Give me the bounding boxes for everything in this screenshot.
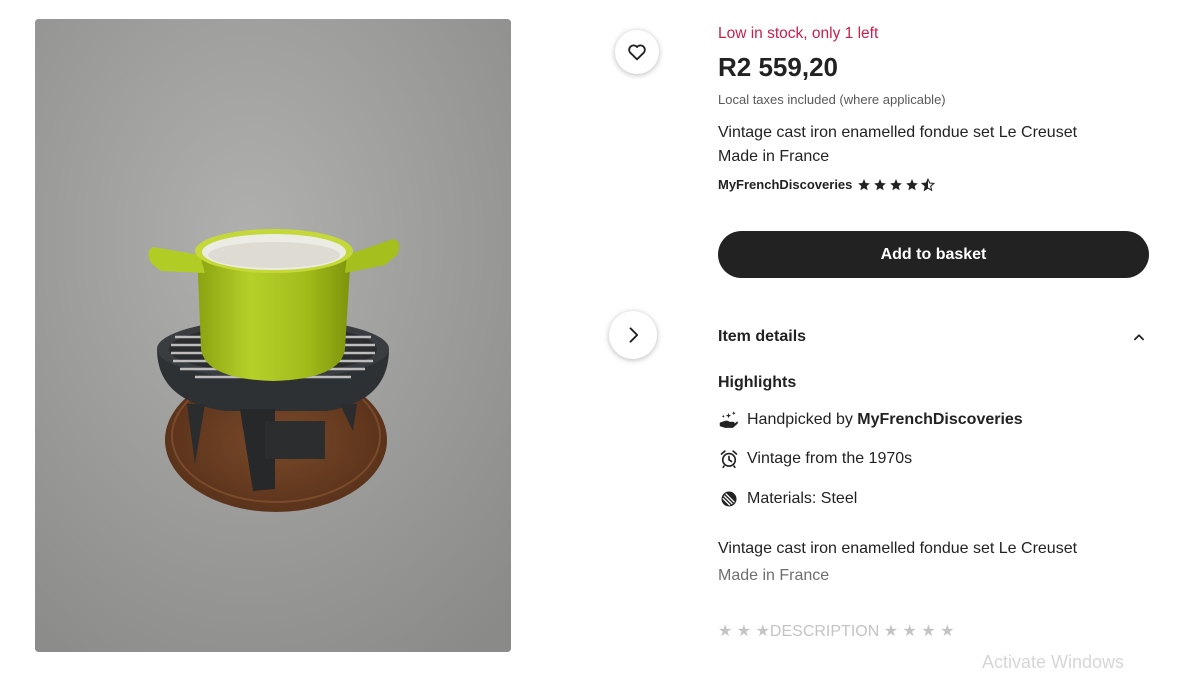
highlight-handpicked: Handpicked by MyFrenchDiscoveries	[718, 409, 1023, 430]
rating-stars	[857, 177, 936, 192]
product-image[interactable]	[35, 19, 511, 652]
star-icon	[890, 178, 903, 190]
chevron-up-icon	[1134, 334, 1144, 341]
price: R2 559,20	[718, 52, 838, 82]
star-icon	[906, 178, 919, 190]
highlight-vintage-text: Vintage from the 1970s	[747, 449, 913, 467]
description-line2: Made in France	[718, 567, 830, 584]
product-title: Vintage cast iron enamelled fondue set L…	[718, 121, 1138, 169]
star-icon	[874, 178, 887, 190]
add-to-basket-button[interactable]: Add to basket	[718, 231, 1149, 278]
highlights-title: Highlights	[718, 374, 797, 391]
favorite-button[interactable]	[615, 30, 659, 74]
highlight-materials: Materials: Steel	[718, 488, 857, 509]
description-line3: ★ ★ ★DESCRIPTION ★ ★ ★ ★	[718, 623, 955, 640]
highlight-handpicked-prefix: Handpicked by	[747, 410, 858, 428]
product-title-line1: Vintage cast iron enamelled fondue set L…	[718, 124, 1078, 141]
highlight-vintage: Vintage from the 1970s	[718, 448, 912, 469]
shop-name-link[interactable]: MyFrenchDiscoveries	[718, 177, 852, 192]
description-line1: Vintage cast iron enamelled fondue set L…	[718, 540, 1078, 557]
next-image-button[interactable]	[609, 311, 657, 359]
hand-icon	[718, 409, 739, 430]
half-star-icon	[921, 177, 936, 191]
windows-activation-watermark: Activate Windows	[982, 652, 1125, 672]
shop-rating-row: MyFrenchDiscoveries	[718, 177, 936, 192]
item-details-toggle[interactable]: Item details	[718, 328, 1146, 346]
item-details-title: Item details	[718, 328, 807, 345]
product-title-line2: Made in France	[718, 148, 830, 165]
heart-icon	[628, 44, 646, 61]
star-icon	[858, 178, 871, 190]
stock-status: Low in stock, only 1 left	[718, 25, 879, 42]
materials-icon	[718, 488, 739, 509]
chevron-right-icon	[629, 327, 639, 343]
highlight-handpicked-shop[interactable]: MyFrenchDiscoveries	[857, 411, 1022, 428]
alarm-clock-icon	[718, 448, 739, 469]
highlight-materials-text: Materials: Steel	[747, 489, 858, 507]
tax-note: Local taxes included (where applicable)	[718, 92, 946, 107]
